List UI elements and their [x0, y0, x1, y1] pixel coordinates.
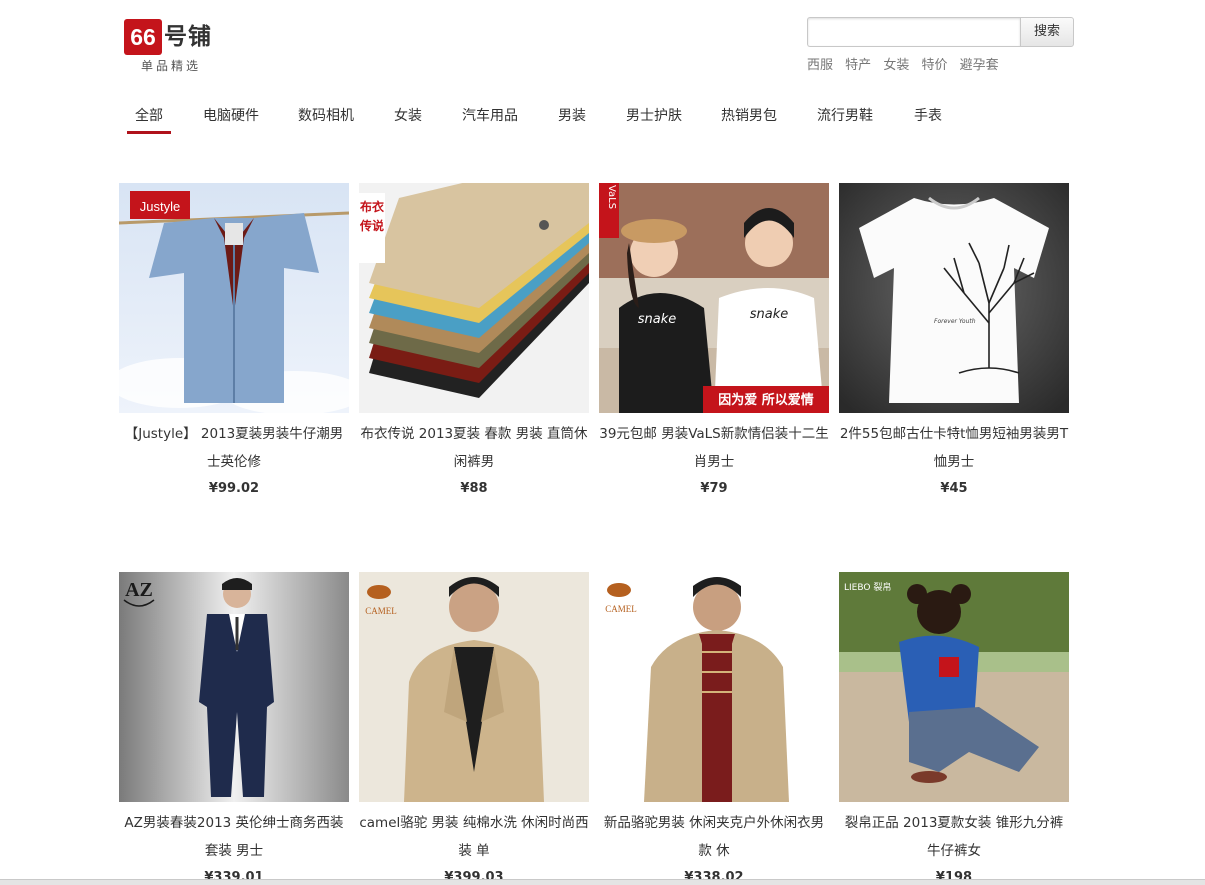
product-title[interactable]: 2件55包邮古仕卡特t恤男短袖男装男T恤男士	[839, 420, 1069, 476]
product-image[interactable]: Forever Youth	[839, 183, 1069, 413]
hot-keyword-link[interactable]: 特价	[921, 58, 947, 73]
logo-badge: 66	[124, 19, 162, 55]
product-image[interactable]: Justyle	[119, 183, 349, 413]
shirt-print: snake	[750, 307, 789, 322]
hot-keyword-link[interactable]: 避孕套	[960, 58, 999, 73]
nav-item-mens-skincare[interactable]: 男士护肤	[626, 106, 682, 126]
brand-tag: 布衣	[360, 199, 384, 214]
product-title[interactable]: 39元包邮 男装VaLS新款情侣装十二生肖男士	[599, 420, 829, 476]
product-image[interactable]: CAMEL	[359, 572, 589, 802]
brand-tag: AZ	[125, 579, 153, 601]
product-title[interactable]: 布衣传说 2013夏装 春款 男装 直筒休闲裤男	[359, 420, 589, 476]
shirt-print: snake	[638, 312, 677, 327]
svg-text:Forever Youth: Forever Youth	[934, 318, 976, 325]
nav-item-computer-hardware[interactable]: 电脑硬件	[203, 106, 259, 126]
nav-item-mens-bags[interactable]: 热销男包	[721, 106, 777, 126]
nav-item-all[interactable]: 全部	[127, 106, 171, 134]
image-caption: 因为爱 所以爱情	[718, 392, 814, 408]
brand-tag: CAMEL	[605, 604, 637, 614]
nav-item-auto-supplies[interactable]: 汽车用品	[462, 106, 518, 126]
hot-keywords: 西服 特产 女装 特价 避孕套	[807, 54, 1007, 73]
nav-item-watches[interactable]: 手表	[914, 106, 942, 126]
hot-keyword-link[interactable]: 西服	[807, 58, 833, 73]
nav-item-womens-clothing[interactable]: 女装	[394, 106, 422, 126]
brand-tag: CAMEL	[365, 606, 397, 616]
product-title[interactable]: 裂帛正品 2013夏款女装 锥形九分裤牛仔裤女	[839, 809, 1069, 865]
category-nav: 全部 电脑硬件 数码相机 女装 汽车用品 男装 男士护肤 热销男包 流行男鞋 手…	[119, 106, 1074, 134]
product-price: ¥88	[460, 481, 488, 496]
logo-name: 号铺	[164, 24, 212, 50]
product-price: ¥99.02	[208, 481, 260, 496]
product-title[interactable]: 新品骆驼男装 休闲夹克户外休闲衣男款 休	[599, 809, 829, 865]
product-image[interactable]: AZ	[119, 572, 349, 802]
product-image[interactable]: snake snake VaLS 因为爱 所以爱情	[599, 183, 829, 413]
svg-text:传说: 传说	[359, 218, 384, 233]
nav-item-mens-clothing[interactable]: 男装	[558, 106, 586, 126]
product-image[interactable]: LIEBO 裂帛	[839, 572, 1069, 802]
hot-keyword-link[interactable]: 女装	[883, 58, 909, 73]
brand-tag: Justyle	[140, 199, 180, 214]
product-title[interactable]: camel骆驼 男装 纯棉水洗 休闲时尚西装 单	[359, 809, 589, 865]
browser-status-bar	[0, 879, 1205, 885]
product-title[interactable]: 【Justyle】 2013夏装男装牛仔潮男士英伦修	[119, 420, 349, 476]
product-price: ¥79	[700, 481, 728, 496]
logo-subtitle: 单品精选	[141, 59, 202, 73]
page: 66 号铺 单品精选 搜索 西服 特产 女装 特价 避孕套 全部 电脑硬件 数码…	[119, 0, 1074, 885]
product-image[interactable]: CAMEL	[599, 572, 829, 802]
brand-tag: LIEBO 裂帛	[844, 581, 891, 593]
search-button[interactable]: 搜索	[1020, 17, 1074, 47]
search-input[interactable]	[807, 17, 1020, 47]
site-logo[interactable]: 66 号铺 单品精选	[124, 19, 224, 73]
product-price: ¥45	[940, 481, 968, 496]
brand-tag: VaLS	[606, 185, 617, 209]
nav-item-digital-camera[interactable]: 数码相机	[298, 106, 354, 126]
nav-item-mens-shoes[interactable]: 流行男鞋	[817, 106, 873, 126]
hot-keyword-link[interactable]: 特产	[845, 58, 871, 73]
product-image[interactable]: 布衣 传说	[359, 183, 589, 413]
search-bar: 搜索	[807, 17, 1074, 47]
product-title[interactable]: AZ男装春装2013 英伦绅士商务西装套装 男士	[119, 809, 349, 865]
